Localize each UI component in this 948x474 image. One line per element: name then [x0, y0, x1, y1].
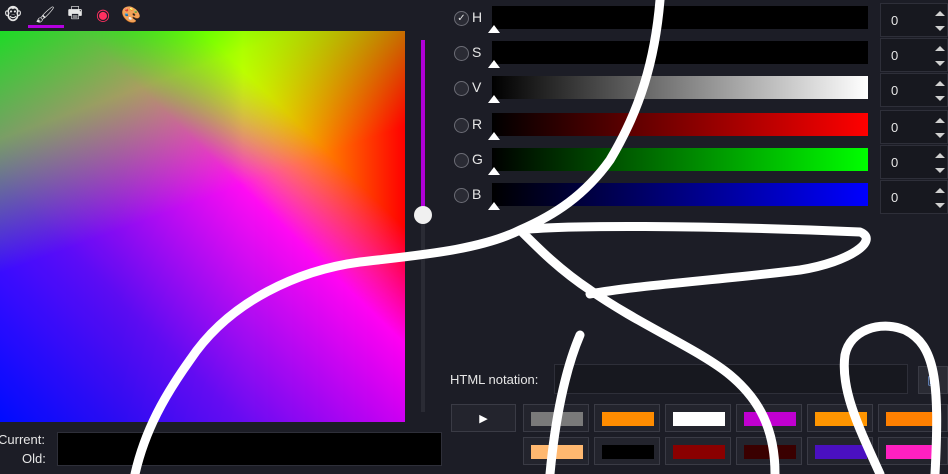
channel-s-radio[interactable] — [454, 46, 469, 61]
html-notation-input[interactable] — [554, 364, 908, 394]
channel-r-label: R — [472, 116, 483, 132]
channel-row-s: S 0 — [450, 38, 948, 72]
channel-b-label: B — [472, 186, 482, 202]
channel-v-bar[interactable] — [492, 76, 868, 99]
channel-h-spinbutton[interactable]: 0 — [880, 3, 948, 37]
wilber-icon[interactable]: 🐵 — [2, 4, 24, 26]
channel-r-marker[interactable] — [488, 132, 500, 140]
channel-s-spinbutton[interactable]: 0 — [880, 38, 948, 72]
history-swatch[interactable] — [523, 404, 589, 432]
spin-up-icon[interactable] — [935, 118, 945, 123]
old-color-label: Old: — [22, 451, 46, 466]
history-swatch[interactable] — [594, 404, 660, 432]
color-wheel-icon[interactable]: ◉ — [92, 4, 114, 26]
spin-up-icon[interactable] — [935, 81, 945, 86]
history-swatch[interactable] — [736, 437, 802, 465]
channel-v-radio[interactable] — [454, 81, 469, 96]
paintbrush-icon[interactable]: 🖌 — [34, 4, 56, 26]
history-swatch[interactable] — [523, 437, 589, 465]
active-tab-indicator — [28, 25, 64, 28]
channel-g-spinbutton[interactable]: 0 — [880, 145, 948, 179]
spin-up-icon[interactable] — [935, 153, 945, 158]
color-picker-icon[interactable]: ▣ — [918, 366, 948, 394]
channel-v-value[interactable]: 0 — [891, 83, 898, 98]
channel-v-label: V — [472, 79, 482, 95]
hue-slider-fill — [421, 40, 425, 215]
channel-r-radio[interactable] — [454, 118, 469, 133]
selector-tabs: 🐵 🖌 🖶 ◉ 🎨 — [0, 0, 150, 30]
history-swatch[interactable] — [594, 437, 660, 465]
spin-up-icon[interactable] — [935, 11, 945, 16]
history-swatch[interactable] — [665, 404, 731, 432]
color-dialog: 🐵 🖌 🖶 ◉ 🎨 ✓ H 0 S 0 V 0 R 0 G 0 B 0 HTML… — [0, 0, 948, 474]
add-to-history-button[interactable]: ▶ — [451, 404, 516, 432]
channel-b-bar[interactable] — [492, 183, 868, 206]
palette-icon[interactable]: 🎨 — [120, 4, 142, 26]
history-swatch[interactable] — [807, 437, 873, 465]
channel-row-v: V 0 — [450, 73, 948, 107]
channel-h-bar[interactable] — [492, 6, 868, 29]
channel-b-radio[interactable] — [454, 188, 469, 203]
channel-r-value[interactable]: 0 — [891, 120, 898, 135]
channel-r-bar[interactable] — [492, 113, 868, 136]
history-swatch[interactable] — [736, 404, 802, 432]
channel-h-marker[interactable] — [488, 25, 500, 33]
current-old-color-preview — [57, 432, 442, 466]
channel-g-radio[interactable] — [454, 153, 469, 168]
channel-g-bar[interactable] — [492, 148, 868, 171]
spin-up-icon[interactable] — [935, 46, 945, 51]
spin-down-icon[interactable] — [935, 26, 945, 31]
channel-s-bar[interactable] — [492, 41, 868, 64]
channel-g-marker[interactable] — [488, 167, 500, 175]
spin-up-icon[interactable] — [935, 188, 945, 193]
channel-b-spinbutton[interactable]: 0 — [880, 180, 948, 214]
channel-g-value[interactable]: 0 — [891, 155, 898, 170]
channel-row-r: R 0 — [450, 110, 948, 144]
history-swatch[interactable] — [807, 404, 873, 432]
channel-b-value[interactable]: 0 — [891, 190, 898, 205]
color-square-top-layer — [0, 31, 405, 422]
channel-v-spinbutton[interactable]: 0 — [880, 73, 948, 107]
channel-s-label: S — [472, 44, 482, 60]
spin-down-icon[interactable] — [935, 133, 945, 138]
history-swatch[interactable] — [665, 437, 731, 465]
html-notation-label: HTML notation: — [450, 372, 539, 387]
spin-down-icon[interactable] — [935, 203, 945, 208]
spin-down-icon[interactable] — [935, 168, 945, 173]
channel-row-h: ✓ H 0 — [450, 3, 948, 37]
channel-h-radio[interactable]: ✓ — [454, 11, 469, 26]
channel-r-spinbutton[interactable]: 0 — [880, 110, 948, 144]
channel-h-value[interactable]: 0 — [891, 13, 898, 28]
history-swatch[interactable] — [878, 404, 948, 432]
channel-h-label: H — [472, 9, 483, 25]
channel-b-marker[interactable] — [488, 202, 500, 210]
history-swatch[interactable] — [878, 437, 948, 465]
printer-icon[interactable]: 🖶 — [64, 4, 86, 26]
channel-v-marker[interactable] — [488, 95, 500, 103]
channel-row-g: G 0 — [450, 145, 948, 179]
channel-g-label: G — [472, 151, 483, 167]
current-color-label: Current: — [0, 432, 45, 447]
channel-s-value[interactable]: 0 — [891, 48, 898, 63]
channel-s-marker[interactable] — [488, 60, 500, 68]
spin-down-icon[interactable] — [935, 96, 945, 101]
channel-row-b: B 0 — [450, 180, 948, 214]
spin-down-icon[interactable] — [935, 61, 945, 66]
hue-slider-knob[interactable] — [414, 206, 432, 224]
